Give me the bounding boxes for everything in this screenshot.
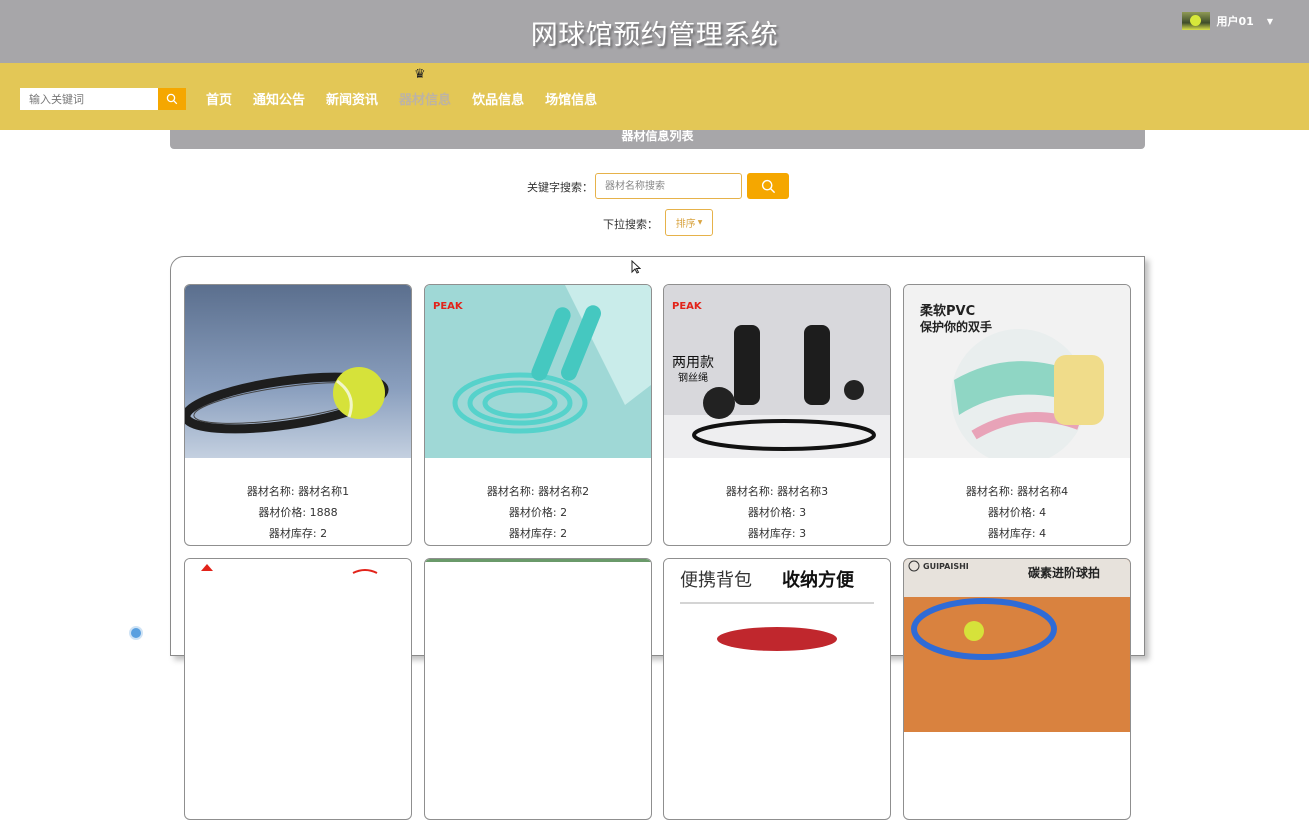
- equipment-info: 器材名称: 器材名称1 器材价格: 1888 器材库存: 2: [185, 481, 411, 544]
- title-bar: 网球馆预约管理系统 用户01 ▼: [0, 0, 1309, 63]
- equipment-price: 器材价格: 4: [987, 506, 1047, 519]
- equipment-image-volleyball: 柔软PVC 保护你的双手: [904, 285, 1130, 458]
- nav-item-equipment[interactable]: ♛ 器材信息: [399, 67, 452, 108]
- equipment-image-blank: [425, 559, 651, 732]
- nav-item-equipment-label: 器材信息: [399, 93, 452, 108]
- image-caption: 碳素进阶球拍: [1028, 565, 1100, 580]
- keyword-search-label: 关键字搜索：: [527, 181, 593, 194]
- nav-bar: 首页 通知公告 新闻资讯 ♛ 器材信息 饮品信息 场馆信息: [0, 63, 1309, 130]
- equipment-card[interactable]: GUIPAISHI 碳素进阶球拍: [903, 558, 1131, 820]
- crown-icon: ♛: [414, 67, 426, 82]
- search-icon: [761, 179, 775, 193]
- image-caption: 收纳方便: [782, 569, 855, 591]
- sort-dropdown-label: 排序: [675, 219, 696, 230]
- equipment-image-bag: 便携背包 收纳方便: [664, 559, 890, 732]
- equipment-info: 器材名称: 器材名称2 器材价格: 2 器材库存: 2: [425, 481, 651, 544]
- caret-down-icon[interactable]: ▼: [1267, 17, 1273, 26]
- equipment-image-jump-rope-black: PEAK 两用款 钢丝绳: [664, 285, 890, 458]
- equipment-card[interactable]: PEAK 两用款 钢丝绳 器材名称: 器材名称3 器材价格: 3 器材库存: 3: [663, 284, 891, 546]
- equipment-stock: 器材库存: 2: [508, 527, 568, 540]
- svg-text:PEAK: PEAK: [433, 301, 464, 312]
- keyword-search-input[interactable]: [595, 173, 742, 199]
- equipment-stock: 器材库存: 4: [987, 527, 1047, 540]
- dropdown-search-label: 下拉搜索：: [603, 218, 658, 231]
- equipment-card[interactable]: PEAK 器材名称: 器材名称2 器材价格: 2 器材库存: 2: [424, 284, 652, 546]
- mouse-cursor-icon: [631, 260, 641, 274]
- svg-text:PEAK: PEAK: [672, 301, 703, 312]
- equipment-name: 器材名称: 器材名称2: [486, 485, 590, 498]
- image-caption: 两用款: [672, 355, 714, 371]
- equipment-price: 器材价格: 2: [508, 506, 568, 519]
- equipment-card[interactable]: [424, 558, 652, 820]
- section-title: 器材信息列表: [170, 130, 1145, 149]
- equipment-card[interactable]: 柔软PVC 保护你的双手 器材名称: 器材名称4 器材价格: 4 器材库存: 4: [903, 284, 1131, 546]
- caret-down-icon: ▼: [697, 219, 703, 226]
- equipment-stock: 器材库存: 3: [747, 527, 807, 540]
- global-search-input[interactable]: [20, 88, 159, 110]
- sort-dropdown[interactable]: 排序 ▼: [665, 209, 713, 236]
- image-caption: GUIPAISHI: [923, 562, 969, 571]
- equipment-price: 器材价格: 1888: [258, 506, 338, 519]
- equipment-card[interactable]: 便携背包 收纳方便: [663, 558, 891, 820]
- nav-menu: 首页 通知公告 新闻资讯 ♛ 器材信息 饮品信息 场馆信息: [206, 67, 618, 108]
- user-avatar[interactable]: [1181, 12, 1210, 30]
- image-caption: 柔软PVC: [919, 303, 975, 319]
- keyword-search-button[interactable]: [747, 173, 789, 199]
- floating-widget-icon[interactable]: [129, 626, 143, 640]
- equipment-image-tennis-racket-orange: GUIPAISHI 碳素进阶球拍: [904, 559, 1130, 732]
- equipment-info: 器材名称: 器材名称3 器材价格: 3 器材库存: 3: [664, 481, 890, 544]
- nav-item-drinks[interactable]: 饮品信息: [472, 89, 524, 108]
- equipment-name: 器材名称: 器材名称4: [965, 485, 1069, 498]
- equipment-price: 器材价格: 3: [747, 506, 807, 519]
- equipment-info: 器材名称: 器材名称4 器材价格: 4 器材库存: 4: [904, 481, 1130, 544]
- equipment-image-tennis-racket: [185, 285, 411, 458]
- equipment-image-peak-product: [185, 559, 411, 732]
- image-caption: 便携背包: [680, 570, 752, 591]
- app-title: 网球馆预约管理系统: [530, 20, 779, 51]
- user-name[interactable]: 用户01: [1217, 13, 1254, 29]
- nav-item-news[interactable]: 新闻资讯: [326, 89, 378, 108]
- image-caption: 钢丝绳: [678, 371, 708, 384]
- equipment-stock: 器材库存: 2: [268, 527, 328, 540]
- search-icon: [166, 93, 178, 105]
- equipment-image-jump-rope-cyan: PEAK: [425, 285, 651, 458]
- user-menu[interactable]: 用户01 ▼: [1181, 12, 1273, 30]
- equipment-card[interactable]: 器材名称: 器材名称1 器材价格: 1888 器材库存: 2: [184, 284, 412, 546]
- global-search-button[interactable]: [158, 88, 186, 110]
- nav-item-venues[interactable]: 场馆信息: [545, 89, 597, 108]
- equipment-name: 器材名称: 器材名称1: [246, 485, 350, 498]
- image-caption: 保护你的双手: [919, 319, 992, 334]
- equipment-card[interactable]: [184, 558, 412, 820]
- nav-item-home[interactable]: 首页: [206, 89, 232, 108]
- nav-item-notices[interactable]: 通知公告: [253, 89, 305, 108]
- equipment-name: 器材名称: 器材名称3: [725, 485, 829, 498]
